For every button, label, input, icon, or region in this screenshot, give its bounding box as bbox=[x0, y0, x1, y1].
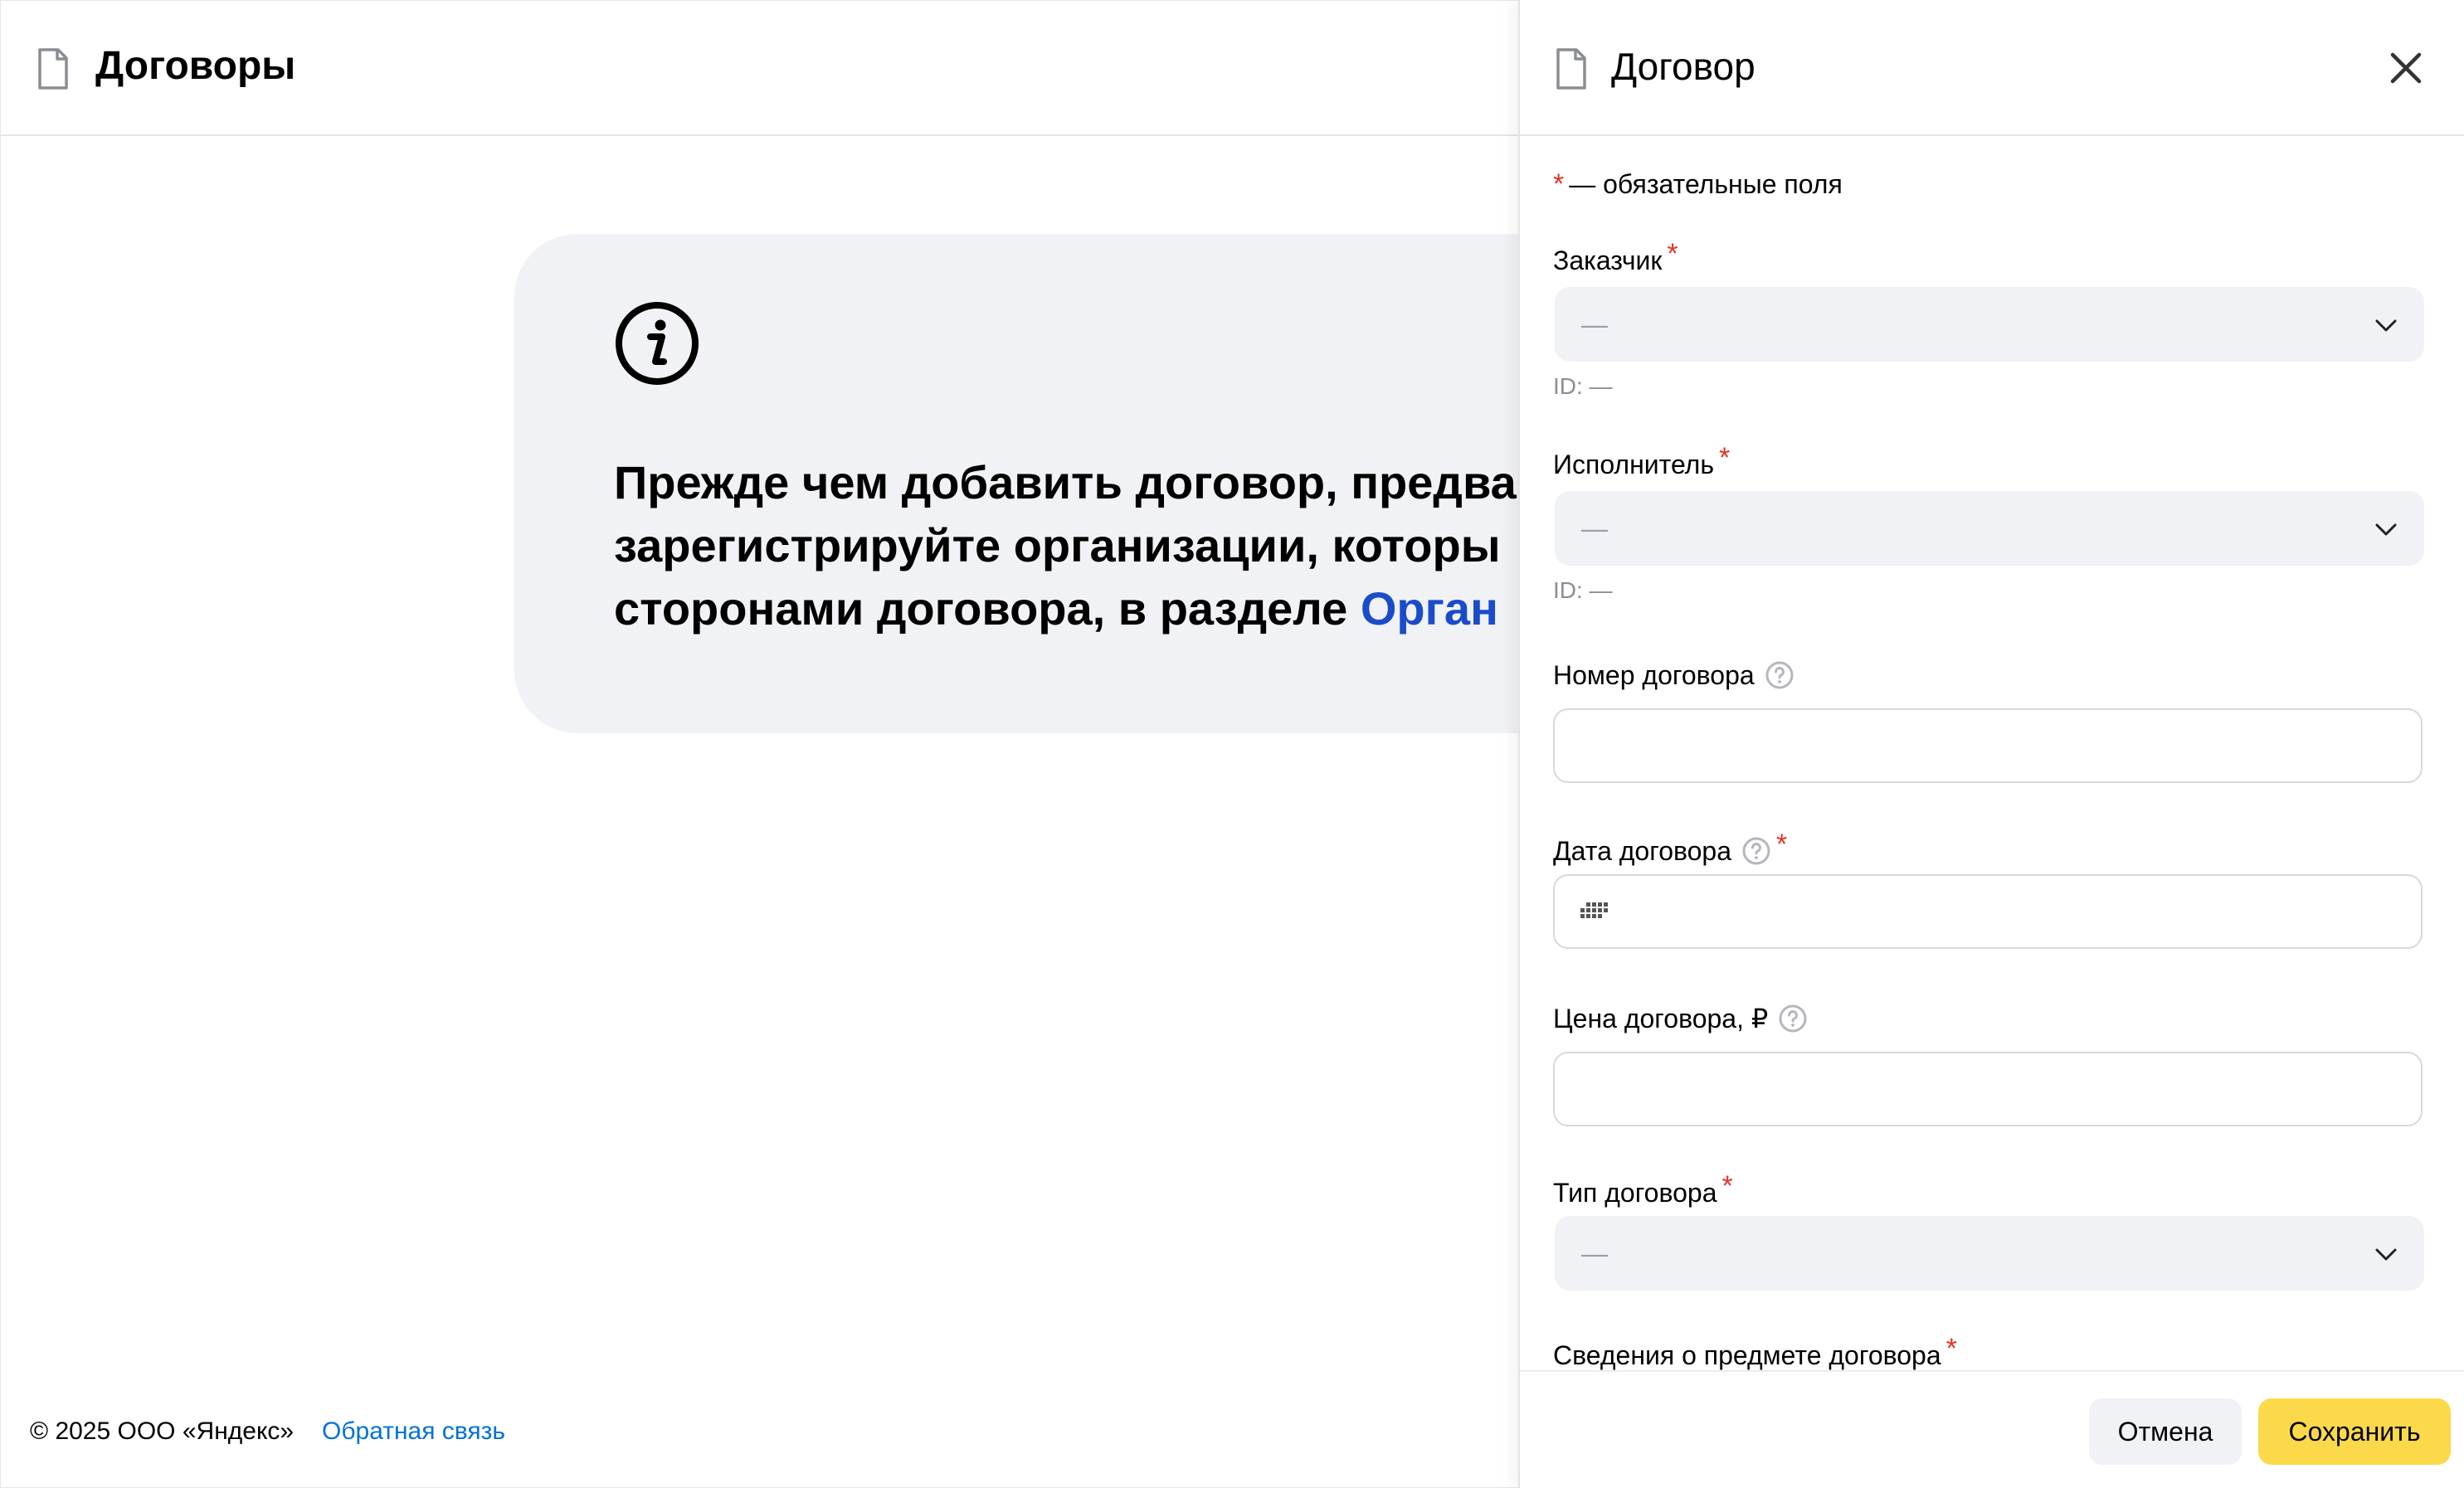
page-title: Договоры bbox=[95, 44, 296, 88]
required-mark: * bbox=[1553, 168, 1565, 200]
main-header: Договоры bbox=[0, 0, 1518, 136]
required-mark: * bbox=[1776, 829, 1788, 860]
help-icon[interactable] bbox=[1778, 1004, 1808, 1033]
help-icon[interactable] bbox=[1741, 836, 1771, 866]
customer-id: ID: — bbox=[1553, 373, 1613, 399]
contract-number-input[interactable] bbox=[1555, 710, 2421, 781]
required-mark: * bbox=[1719, 442, 1731, 474]
contract-number-label-text: Номер договора bbox=[1553, 660, 1755, 690]
customer-value: — bbox=[1581, 309, 1608, 339]
info-line-1: Прежде чем добавить договор, предва bbox=[614, 456, 1517, 508]
cancel-button[interactable]: Отмена bbox=[2089, 1398, 2242, 1465]
organizations-link[interactable]: Орган bbox=[1361, 582, 1498, 635]
info-card: Прежде чем добавить договор, предва заре… bbox=[514, 234, 1676, 733]
calendar-icon[interactable] bbox=[1580, 902, 1609, 922]
contract-date-input[interactable] bbox=[1555, 876, 2421, 947]
contract-number-label: Номер договора bbox=[1553, 659, 1794, 692]
info-line-3: сторонами договора, в разделе Орган bbox=[614, 577, 1609, 640]
customer-select[interactable]: — bbox=[1555, 287, 2424, 362]
contract-price-input[interactable] bbox=[1555, 1053, 2421, 1125]
contract-date-label: Дата договора * bbox=[1553, 829, 1787, 868]
drawer-title: Договор bbox=[1611, 45, 1755, 88]
contract-price-label-text: Цена договора, ₽ bbox=[1553, 1004, 1769, 1033]
document-icon bbox=[38, 48, 68, 90]
chevron-down-icon bbox=[2375, 319, 2397, 332]
required-note-text: — обязательные поля bbox=[1569, 169, 1843, 199]
executor-id: ID: — bbox=[1553, 577, 1613, 603]
contract-date-field[interactable] bbox=[1553, 874, 2423, 949]
info-icon bbox=[616, 302, 699, 385]
subject-info-label-text: Сведения о предмете договора bbox=[1553, 1340, 1941, 1370]
save-button[interactable]: Сохранить bbox=[2258, 1398, 2451, 1465]
feedback-link[interactable]: Обратная связь bbox=[322, 1415, 505, 1448]
info-line-2: зарегистрируйте организации, которы bbox=[614, 519, 1501, 571]
executor-label: Исполнитель * bbox=[1553, 442, 1730, 481]
contract-type-select[interactable]: — bbox=[1555, 1216, 2424, 1291]
close-icon[interactable] bbox=[2383, 45, 2429, 91]
executor-value: — bbox=[1581, 513, 1608, 543]
drawer-footer: Отмена Сохранить bbox=[1520, 1370, 2464, 1488]
help-icon[interactable] bbox=[1765, 660, 1794, 690]
contract-drawer: Договор * — обязательные поля Заказчик * —… bbox=[1518, 0, 2464, 1488]
required-mark: * bbox=[1945, 1333, 1957, 1364]
contract-date-label-text: Дата договора bbox=[1553, 836, 1732, 866]
subject-info-label: Сведения о предмете договора * bbox=[1553, 1333, 1957, 1372]
customer-label: Заказчик * bbox=[1553, 238, 1678, 277]
chevron-down-icon bbox=[2375, 1248, 2397, 1261]
footer-copyright: © 2025 ООО «Яндекс» bbox=[30, 1417, 295, 1445]
contract-number-field[interactable] bbox=[1553, 708, 2423, 783]
required-fields-note: * — обязательные поля bbox=[1553, 168, 1843, 201]
drawer-header: Договор bbox=[1520, 0, 2464, 136]
contract-type-value: — bbox=[1581, 1238, 1608, 1268]
info-line-3-text: сторонами договора, в разделе bbox=[614, 582, 1361, 635]
info-message: Прежде чем добавить договор, предва заре… bbox=[614, 451, 1609, 640]
executor-label-text: Исполнитель bbox=[1553, 450, 1715, 479]
contract-type-label: Тип договора * bbox=[1553, 1170, 1733, 1209]
contract-price-label: Цена договора, ₽ bbox=[1553, 1002, 1808, 1035]
customer-label-text: Заказчик bbox=[1553, 246, 1663, 275]
chevron-down-icon bbox=[2375, 523, 2397, 536]
required-mark: * bbox=[1667, 238, 1678, 270]
executor-select[interactable]: — bbox=[1555, 491, 2424, 566]
document-icon bbox=[1556, 48, 1586, 90]
contract-type-label-text: Тип договора bbox=[1553, 1178, 1717, 1208]
required-mark: * bbox=[1721, 1170, 1733, 1202]
contract-price-field[interactable] bbox=[1553, 1052, 2423, 1126]
